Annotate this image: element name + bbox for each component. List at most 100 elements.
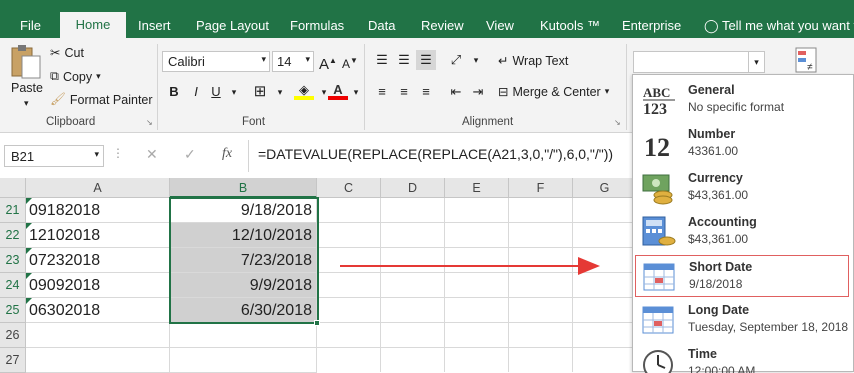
error-indicator-icon xyxy=(26,298,32,304)
tab-enterprise[interactable]: Enterprise xyxy=(622,18,681,33)
tab-review[interactable]: Review xyxy=(421,18,464,33)
align-right-icon[interactable]: ≡ xyxy=(416,82,436,102)
format-option-number[interactable]: 12 Number 43361.00 xyxy=(635,123,849,165)
format-option-currency[interactable]: Currency $43,361.00 xyxy=(635,167,849,209)
orientation-icon[interactable]: ⤢ xyxy=(446,50,466,70)
cell-a26[interactable] xyxy=(26,323,170,348)
chevron-down-icon: ▾ xyxy=(305,54,310,64)
calendar-icon xyxy=(642,260,678,294)
cell-a21[interactable]: 09182018 xyxy=(26,198,170,223)
divider xyxy=(626,44,627,130)
paste-icon xyxy=(11,45,41,79)
row-header[interactable]: 26 xyxy=(0,323,26,348)
calendar-icon xyxy=(641,303,677,337)
row-header[interactable]: 27 xyxy=(0,348,26,373)
chevron-down-icon[interactable]: ▾ xyxy=(224,82,244,102)
column-header-g[interactable]: G xyxy=(573,178,637,198)
column-header-f[interactable]: F xyxy=(509,178,573,198)
dialog-launcher-icon[interactable]: ↘ xyxy=(614,118,621,127)
tab-view[interactable]: View xyxy=(486,18,514,33)
copy-button[interactable]: ⧉ Copy ▾ xyxy=(50,69,101,84)
borders-icon[interactable]: ⊞ xyxy=(250,82,270,102)
tab-insert[interactable]: Insert xyxy=(138,18,171,33)
number-format-select[interactable]: ▾ xyxy=(633,51,765,73)
align-left-icon[interactable]: ≡ xyxy=(372,82,392,102)
lightbulb-icon: ◯ xyxy=(704,18,719,33)
error-indicator-icon xyxy=(26,198,32,204)
align-middle-icon[interactable]: ☰ xyxy=(394,50,414,70)
column-header-c[interactable]: C xyxy=(317,178,381,198)
cell-a22[interactable]: 12102018 xyxy=(26,223,170,248)
svg-text:12: 12 xyxy=(644,133,670,161)
conditional-format-icon[interactable]: ≠ xyxy=(794,46,820,76)
abc123-icon: ABC 123 xyxy=(641,83,677,118)
enter-icon[interactable]: ✓ xyxy=(184,146,196,163)
cell-a23[interactable]: 07232018 xyxy=(26,248,170,273)
row-header[interactable]: 23 xyxy=(0,248,26,273)
merge-center-button[interactable]: ⊟ Merge & Center ▾ xyxy=(498,84,610,100)
formula-input[interactable]: =DATEVALUE(REPLACE(REPLACE(A21,3,0,"/"),… xyxy=(258,146,613,162)
decrease-font-icon[interactable]: A▼ xyxy=(340,51,360,71)
row-header[interactable]: 21 xyxy=(0,198,26,223)
cell-a27[interactable] xyxy=(26,348,170,373)
chevron-down-icon: ▾ xyxy=(748,52,764,72)
chevron-down-icon: ▾ xyxy=(604,86,610,96)
italic-button[interactable]: I xyxy=(186,82,206,102)
decrease-indent-icon[interactable]: ⇤ xyxy=(446,82,466,102)
cancel-icon[interactable]: ✕ xyxy=(146,146,158,163)
tab-page-layout[interactable]: Page Layout xyxy=(196,18,269,33)
column-header-e[interactable]: E xyxy=(445,178,509,198)
format-option-short-date[interactable]: Short Date 9/18/2018 xyxy=(635,255,849,297)
column-header-d[interactable]: D xyxy=(381,178,445,198)
chevron-down-icon[interactable]: ▾ xyxy=(270,82,290,102)
fill-color-icon[interactable]: ◈ xyxy=(294,80,314,100)
empty-cells-grid[interactable] xyxy=(317,198,637,372)
fill-handle[interactable] xyxy=(314,320,320,326)
cell-a25[interactable]: 06302018 xyxy=(26,298,170,323)
underline-button[interactable]: U xyxy=(206,82,226,102)
increase-font-icon[interactable]: A▲ xyxy=(318,51,338,73)
format-painter-button[interactable]: 🖌 Format Painter xyxy=(50,92,153,107)
chevron-down-icon[interactable]: ▾ xyxy=(346,82,366,102)
insert-function-button[interactable]: fx xyxy=(222,146,232,162)
tab-file[interactable]: File xyxy=(20,18,41,33)
select-all-corner[interactable] xyxy=(0,178,26,198)
error-indicator-icon xyxy=(26,248,32,254)
format-option-general[interactable]: ABC 123 General No specific format xyxy=(635,79,849,121)
align-center-icon[interactable]: ≡ xyxy=(394,82,414,102)
align-top-icon[interactable]: ☰ xyxy=(372,50,392,70)
tab-home[interactable]: Home xyxy=(60,12,126,38)
tab-kutools[interactable]: Kutools ™ xyxy=(540,18,600,33)
column-header-a[interactable]: A xyxy=(26,178,170,198)
merge-icon: ⊟ xyxy=(498,85,509,99)
svg-text:123: 123 xyxy=(643,101,667,117)
align-bottom-icon[interactable]: ☰ xyxy=(416,50,436,70)
wrap-text-button[interactable]: ↵ Wrap Text xyxy=(498,53,568,69)
chevron-down-icon[interactable]: ▾ xyxy=(466,50,486,70)
cell-b27[interactable] xyxy=(170,348,317,373)
row-header[interactable]: 24 xyxy=(0,273,26,298)
row-header[interactable]: 25 xyxy=(0,298,26,323)
increase-indent-icon[interactable]: ⇥ xyxy=(468,82,488,102)
font-color-button[interactable]: A xyxy=(328,80,348,100)
format-option-long-date[interactable]: Long Date Tuesday, September 18, 2018 xyxy=(635,299,849,341)
font-name-select[interactable]: Calibri ▾ xyxy=(162,51,270,72)
tab-formulas[interactable]: Formulas xyxy=(290,18,344,33)
ribbon-tab-bar: File Home Insert Page Layout Formulas Da… xyxy=(0,0,854,38)
row-header[interactable]: 22 xyxy=(0,223,26,248)
format-option-accounting[interactable]: Accounting $43,361.00 xyxy=(635,211,849,253)
tab-data[interactable]: Data xyxy=(368,18,395,33)
chevron-down-icon[interactable]: ▾ xyxy=(24,98,29,109)
cell-a24[interactable]: 09092018 xyxy=(26,273,170,298)
font-size-select[interactable]: 14 ▾ xyxy=(272,51,314,72)
tell-me-box[interactable]: ◯ Tell me what you want to xyxy=(704,18,854,34)
format-option-time[interactable]: Time 12:00:00 AM xyxy=(635,343,849,373)
number-12-icon: 12 xyxy=(641,127,677,162)
column-header-b[interactable]: B xyxy=(170,178,317,198)
cell-b26[interactable] xyxy=(170,323,317,348)
dialog-launcher-icon[interactable]: ↘ xyxy=(146,118,153,127)
clipboard-group-label: Clipboard xyxy=(46,116,96,128)
cut-button[interactable]: ✂ Cut xyxy=(50,45,84,61)
bold-button[interactable]: B xyxy=(164,82,184,102)
name-box[interactable]: B21 ▾ xyxy=(4,145,104,167)
